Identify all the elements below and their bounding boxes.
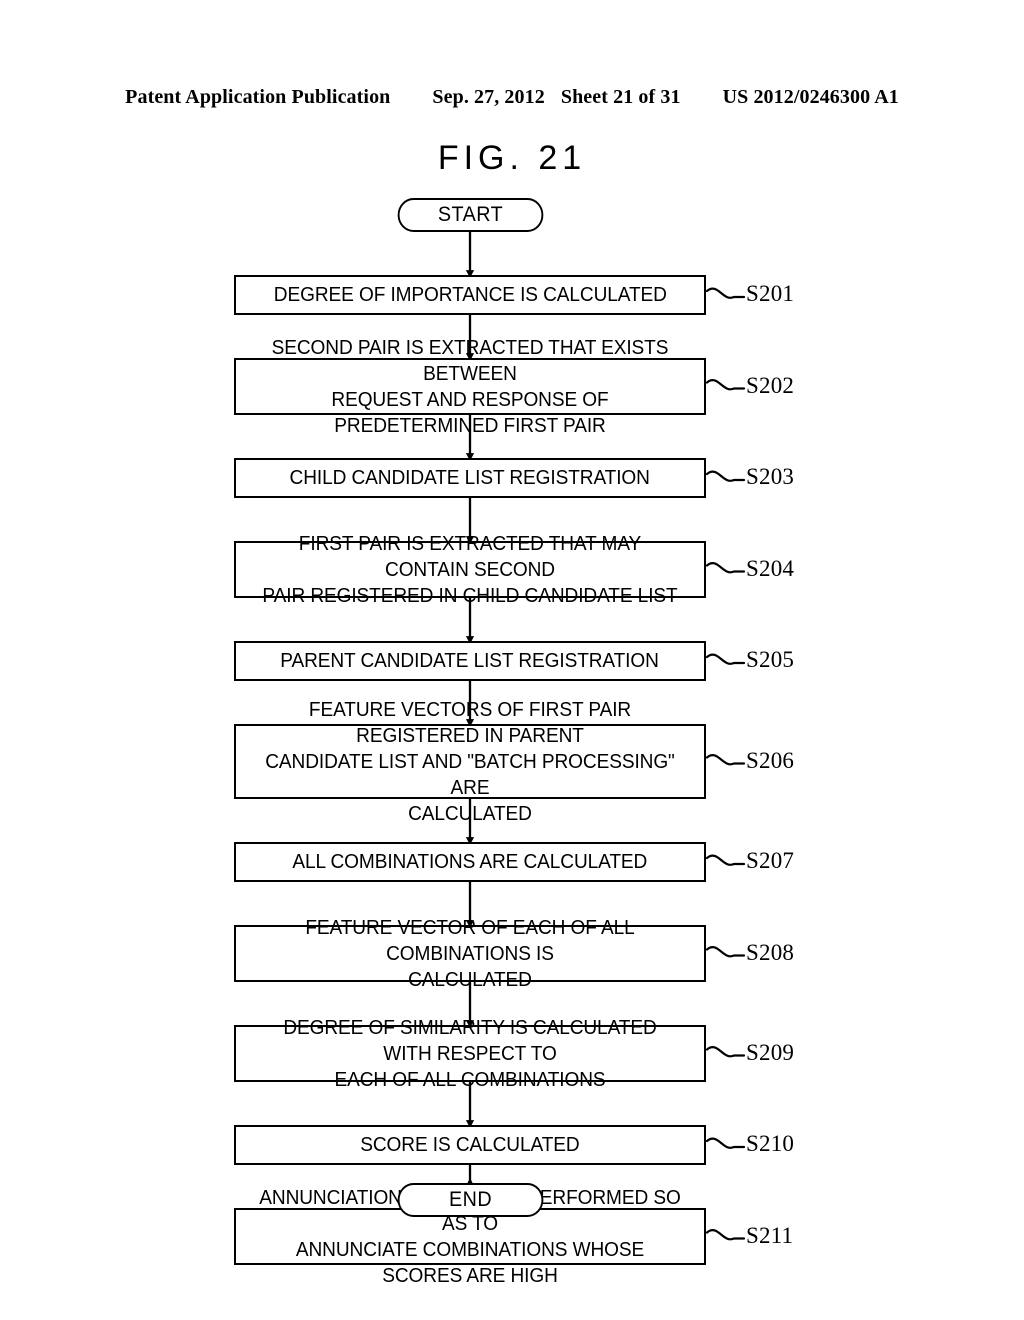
flow-step-text: SECOND PAIR IS EXTRACTED THAT EXISTS BET… [271,335,669,437]
flow-step-leader [705,1229,746,1241]
flow-step-box-s209: DEGREE OF SIMILARITY IS CALCULATED WITH … [234,1016,706,1091]
flow-step-box-s203: CHILD CANDIDATE LIST REGISTRATION [234,458,706,498]
flow-step-ref-s211: S211 [746,1222,794,1248]
flow-step-leader [705,1137,746,1149]
flow-step-text: FEATURE VECTORS OF FIRST PAIR REGISTERED… [265,697,675,825]
flow-step-ref-s202: S202 [746,372,795,398]
flow-step-text: DEGREE OF IMPORTANCE IS CALCULATED [273,283,667,306]
flow-step-text: CHILD CANDIDATE LIST REGISTRATION [289,466,651,489]
flow-step-text: SCORE IS CALCULATED [360,1133,580,1156]
flow-step-box-s207: ALL COMBINATIONS ARE CALCULATED [234,842,706,882]
flow-step-text: PARENT CANDIDATE LIST REGISTRATION [280,649,660,672]
flow-step-leader [705,562,746,574]
flow-step-ref-s210: S210 [746,1131,795,1156]
flow-step-leader [705,1046,746,1058]
flow-step-leader [705,854,746,866]
flow-terminal-end-label: END [448,1188,493,1211]
flow-step-ref-s203: S203 [746,464,795,489]
flow-step-box-s204: FIRST PAIR IS EXTRACTED THAT MAY CONTAIN… [234,532,706,607]
flowchart-diagram: START DEGREE OF IMPORTANCE IS CALCULATED… [0,0,1024,1320]
flow-step-box-s202: SECOND PAIR IS EXTRACTED THAT EXISTS BET… [234,336,706,437]
flow-step-leader [705,287,746,299]
flow-step-text: DEGREE OF SIMILARITY IS CALCULATED WITH … [283,1015,657,1091]
flow-step-text: FEATURE VECTOR OF EACH OF ALL COMBINATIO… [305,915,635,991]
flow-step-box-s210: SCORE IS CALCULATED [234,1125,706,1165]
flow-step-box-s208: FEATURE VECTOR OF EACH OF ALL COMBINATIO… [234,916,706,991]
flow-step-leader [705,470,746,482]
flow-step-ref-s205: S205 [746,647,795,672]
flow-step-leader [705,379,746,391]
flow-step-text: FIRST PAIR IS EXTRACTED THAT MAY CONTAIN… [262,531,678,607]
flow-terminal-end: END [397,1183,544,1217]
flow-step-ref-s208: S208 [746,939,795,965]
flow-terminal-start: START [397,198,544,232]
flow-step-leader [705,946,746,958]
flow-step-ref-s207: S207 [746,848,795,873]
flow-step-leader [705,754,746,766]
flow-step-ref-s201: S201 [746,281,795,306]
flow-step-ref-s204: S204 [746,555,795,581]
flow-step-ref-s209: S209 [746,1039,795,1065]
flow-step-ref-s206: S206 [746,747,795,773]
flow-step-box-s206: FEATURE VECTORS OF FIRST PAIR REGISTERED… [234,698,706,825]
flow-step-leader [705,653,746,665]
flow-step-box-s205: PARENT CANDIDATE LIST REGISTRATION [234,641,706,681]
flow-terminal-start-label: START [437,203,504,226]
flow-step-text: ALL COMBINATIONS ARE CALCULATED [292,850,648,873]
flow-step-box-s201: DEGREE OF IMPORTANCE IS CALCULATED [234,275,706,315]
